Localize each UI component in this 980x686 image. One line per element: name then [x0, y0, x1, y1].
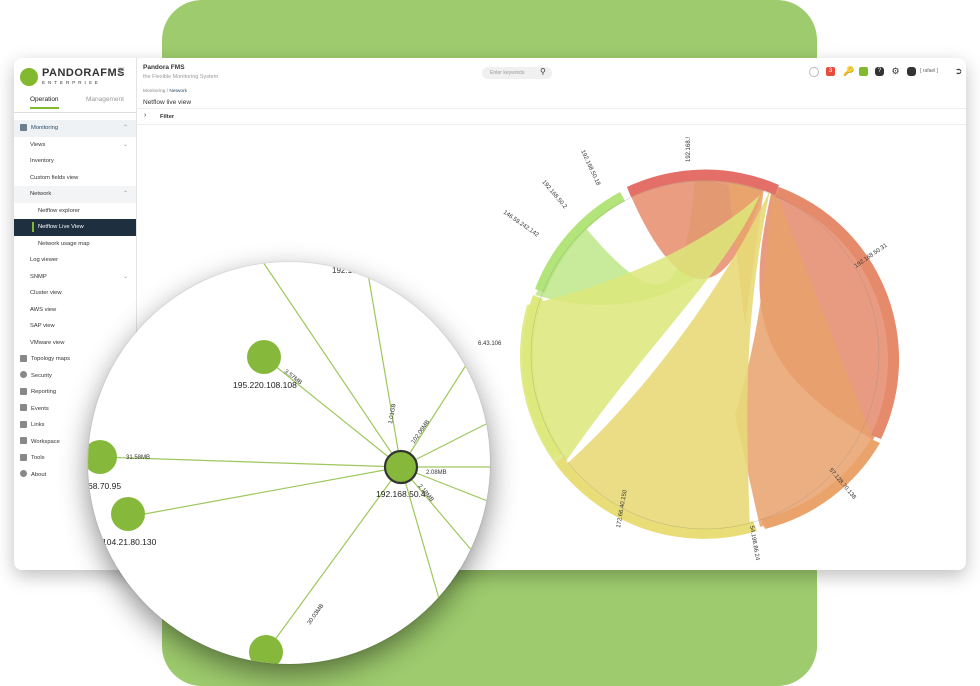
graph-node[interactable] — [111, 497, 145, 531]
graph-node[interactable] — [247, 340, 281, 374]
magnifier-lens: 3.57MB 1.01GB 31.58MB 2.08MB 30.03MB 102… — [88, 262, 490, 664]
chord-label: 146.59.242.142 — [502, 210, 540, 239]
node-label: 68.70.95 — [88, 481, 121, 491]
graph-edge — [262, 262, 402, 468]
edge-label: 30.03MB — [307, 603, 326, 626]
edge-label: 102.06MB — [411, 419, 432, 445]
node-label: 104.21.80.130 — [102, 537, 157, 547]
node-label: 195.220.108.108 — [233, 380, 297, 390]
graph-node[interactable] — [88, 440, 117, 474]
chord-label: 6.43.106 — [478, 341, 502, 347]
network-graph: 3.57MB 1.01GB 31.58MB 2.08MB 30.03MB 102… — [88, 262, 490, 664]
graph-node[interactable] — [249, 635, 283, 664]
node-label: 192.168.50.4 — [376, 489, 426, 499]
chord-label: 54.198.86.24 — [748, 525, 760, 561]
graph-edge — [127, 466, 402, 518]
chord-label: 192.168.50.18 — [579, 149, 601, 187]
graph-edge — [365, 262, 402, 468]
chord-label: 192.168.50.2 — [540, 179, 568, 210]
edge-label: 1.01GB — [388, 403, 397, 424]
edge-label: 2.08MB — [426, 470, 447, 476]
graph-edge — [400, 361, 469, 468]
graph-center-node[interactable] — [383, 449, 419, 485]
edge-label: 31.58MB — [126, 455, 150, 461]
chord-label: 192.168.! — [686, 137, 692, 162]
